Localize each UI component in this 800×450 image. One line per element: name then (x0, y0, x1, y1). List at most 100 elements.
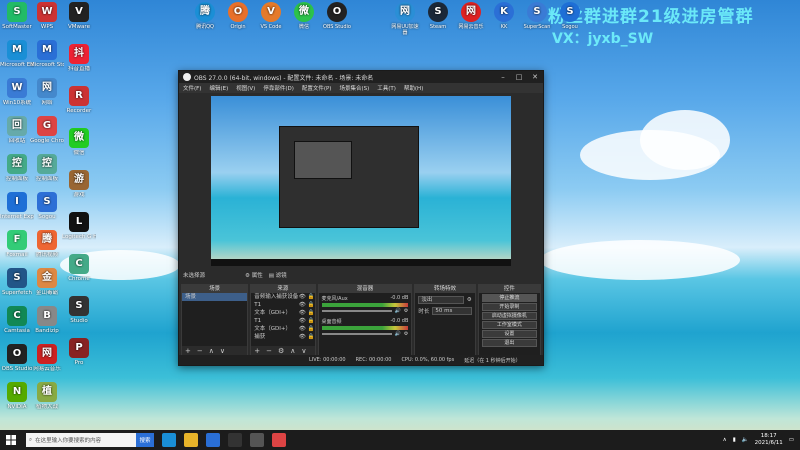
control-button[interactable]: 工作室模式 (481, 321, 537, 329)
desktop-shortcut[interactable]: 金金山毒霸 (30, 268, 64, 296)
speaker-icon[interactable]: 🔊 (395, 308, 401, 314)
desktop-shortcut[interactable]: 控控制面板 (0, 154, 34, 182)
move-down-icon[interactable]: ∨ (220, 347, 225, 355)
gear-icon[interactable]: ⚙ (404, 308, 408, 314)
add-source-button[interactable]: + (254, 347, 260, 355)
desktop-shortcut[interactable]: M Microsoft Edge (0, 40, 34, 68)
desktop-shortcut[interactable]: L Logitech G HUB (62, 212, 96, 240)
desktop-shortcut[interactable]: M Microsoft Store (30, 40, 64, 68)
menu-item[interactable]: 编辑(E) (209, 84, 228, 92)
clock[interactable]: 18:17 2021/6/11 (755, 433, 783, 447)
obs-preview[interactable] (211, 96, 511, 266)
menu-item[interactable]: 文件(F) (183, 84, 201, 92)
desktop-shortcut[interactable]: W WPS (30, 2, 64, 30)
speaker-icon[interactable]: 🔊 (395, 331, 401, 337)
obs-window[interactable]: OBS 27.0.0 (64-bit, windows) - 配置文件: 未命名… (178, 70, 544, 366)
start-button[interactable] (0, 430, 22, 450)
desktop-shortcut[interactable]: S Sogou (555, 2, 585, 30)
store-icon[interactable] (206, 433, 220, 447)
chrome-icon[interactable] (272, 433, 286, 447)
visibility-lock-icon[interactable]: 👁 🔒 (299, 333, 315, 341)
menu-item[interactable]: 停靠部件(D) (263, 84, 294, 92)
desktop-shortcut[interactable]: 控控制面板 (30, 154, 64, 182)
move-up-icon[interactable]: ∧ (290, 347, 295, 355)
folder-icon[interactable] (184, 433, 198, 447)
desktop-shortcut[interactable]: S Studio (62, 296, 96, 324)
desktop-shortcut[interactable]: C Chrome (62, 254, 96, 282)
desktop-shortcut[interactable]: S SuperScan (522, 2, 552, 30)
desktop-shortcut[interactable]: C Camtasia (0, 306, 34, 334)
source-item[interactable]: 文本（GDI+） 👁 🔒 (251, 309, 314, 317)
source-item[interactable]: 音频输入捕获设备 👁 🔒 (251, 293, 314, 301)
chevron-up-icon[interactable]: ∧ (723, 437, 727, 443)
desktop-shortcut[interactable]: R Recorder (62, 86, 96, 114)
remove-source-button[interactable]: − (266, 347, 272, 355)
properties-button[interactable]: ⚙ 属性 (245, 271, 263, 279)
search-input[interactable]: ⌕ 在这里输入你要搜索的内容 (26, 433, 136, 447)
desktop-shortcut[interactable]: S SoftMaster (0, 2, 34, 30)
minimize-button[interactable]: – (495, 73, 511, 81)
control-button[interactable]: 退出 (481, 339, 537, 347)
desktop-shortcut[interactable]: 植植物大战 (30, 382, 64, 410)
mic-volume-slider[interactable] (321, 310, 392, 312)
desktop-shortcut[interactable]: K KK (489, 2, 519, 30)
visibility-lock-icon[interactable]: 👁 🔒 (299, 317, 315, 325)
remove-scene-button[interactable]: − (197, 347, 203, 355)
desktop-shortcut[interactable]: 腾腾讯视频 (30, 230, 64, 258)
desktop-shortcut[interactable]: S Sogou (30, 192, 64, 220)
desktop-shortcut[interactable]: 网网易云音乐 (456, 2, 486, 30)
desktop-shortcut[interactable]: O Origin (223, 2, 253, 30)
transition-select[interactable]: 淡出 (418, 296, 464, 304)
filters-button[interactable]: ▤ 滤镜 (269, 271, 287, 279)
visibility-lock-icon[interactable]: 👁 🔒 (299, 301, 315, 309)
duration-input[interactable]: 50 ms (432, 307, 472, 315)
desktop-shortcut[interactable]: 网网络 (30, 78, 64, 106)
desktop-shortcut[interactable]: I Internet Explorer (0, 192, 34, 220)
desktop-shortcut[interactable]: 网网易云音乐 (30, 344, 64, 372)
search-button[interactable]: 搜索 (136, 433, 154, 447)
menu-item[interactable]: 工具(T) (377, 84, 396, 92)
edge-icon[interactable] (162, 433, 176, 447)
app-icon[interactable] (250, 433, 264, 447)
visibility-lock-icon[interactable]: 👁 🔒 (299, 325, 315, 333)
desktop-shortcut[interactable]: S Steam (423, 2, 453, 30)
desktop-shortcut[interactable]: 回回收站 (0, 116, 34, 144)
obs-titlebar[interactable]: OBS 27.0.0 (64-bit, windows) - 配置文件: 未命名… (179, 71, 543, 83)
gear-icon[interactable]: ⚙ (404, 331, 408, 337)
obs-icon[interactable] (228, 433, 242, 447)
desktop-shortcut[interactable]: V VMware (62, 2, 96, 30)
control-button[interactable]: 设置 (481, 330, 537, 338)
desktop-shortcut[interactable]: W Win10系统 (0, 78, 34, 106)
gear-icon[interactable]: ⚙ (467, 297, 472, 303)
desktop-shortcut[interactable]: V VS Code (256, 2, 286, 30)
control-button[interactable]: 停止推流 (481, 294, 537, 302)
desktop-shortcut[interactable]: F Foxmail (0, 230, 34, 258)
visibility-lock-icon[interactable]: 👁 🔒 (299, 293, 315, 301)
scene-item[interactable]: 场景 (182, 293, 248, 301)
desktop-shortcut[interactable]: 抖抖音直播 (62, 44, 96, 72)
desktop-shortcut[interactable]: N NVIDIA (0, 382, 34, 410)
move-down-icon[interactable]: ∨ (301, 347, 306, 355)
desktop-volume-slider[interactable] (321, 333, 392, 335)
desktop-shortcut[interactable]: 微微信 (289, 2, 319, 30)
source-item[interactable]: 文本（GDI+） 👁 🔒 (251, 325, 314, 333)
desktop-shortcut[interactable]: O OBS Studio (322, 2, 352, 30)
desktop-shortcut[interactable]: B Bandizip (30, 306, 64, 334)
menu-item[interactable]: 场景集合(S) (339, 84, 369, 92)
menu-item[interactable]: 配置文件(P) (302, 84, 332, 92)
desktop-shortcut[interactable]: 腾腾讯QQ (190, 2, 220, 30)
source-settings-icon[interactable]: ⚙ (278, 347, 284, 355)
network-icon[interactable]: ▮ (733, 437, 736, 443)
source-item[interactable]: T1 👁 🔒 (251, 301, 314, 309)
menu-item[interactable]: 帮助(H) (404, 84, 423, 92)
desktop-shortcut[interactable]: 微微信 (62, 128, 96, 156)
maximize-button[interactable]: □ (511, 73, 527, 81)
desktop-shortcut[interactable]: 网网易UU加速器 (390, 2, 420, 36)
desktop-shortcut[interactable]: S Superfetch (0, 268, 34, 296)
volume-icon[interactable]: 🔈 (742, 437, 749, 443)
menu-item[interactable]: 视图(V) (236, 84, 255, 92)
control-button[interactable]: 开始录制 (481, 303, 537, 311)
desktop-shortcut[interactable]: G Google Chrome (30, 116, 64, 144)
control-button[interactable]: 启动虚拟摄像机 (481, 312, 537, 320)
close-button[interactable]: ✕ (527, 73, 543, 81)
